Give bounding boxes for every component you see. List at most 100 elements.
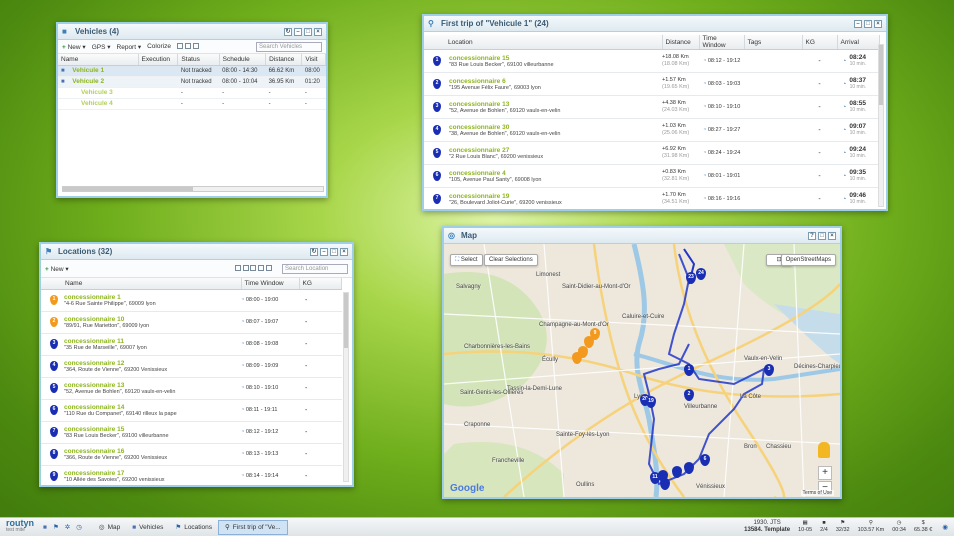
list-item[interactable]: 4 concessionnaire 12 "364, Route de Vienne… <box>41 356 342 378</box>
notification-icon[interactable]: ◉ <box>942 523 948 531</box>
horizontal-scrollbar[interactable] <box>62 186 324 192</box>
search-location-input[interactable]: Search Location <box>282 263 348 274</box>
col-distance[interactable]: Distance <box>265 54 303 66</box>
col-kg[interactable]: KG <box>802 35 838 50</box>
trip-row[interactable]: 3 concessionnaire 13 "52, Avenue de Bohlen… <box>424 96 880 119</box>
openstreetmaps-button[interactable]: OpenStreetMaps <box>780 254 836 266</box>
trip-title-bar[interactable]: ⚲ First trip of "Vehicule 1" (24) – □ × <box>424 16 886 32</box>
street-view-icon[interactable] <box>818 442 830 458</box>
list-item[interactable]: 8 concessionnaire 16 "366, Route de Vienne… <box>41 444 342 466</box>
vehicles-window: ■ Vehicles (4) ↻ – □ × + New ▾ GPS ▾ Report … <box>56 22 328 198</box>
address: "38, Avenue de Bohlen", 69120 vaulx-en-v… <box>449 130 561 137</box>
trip-row[interactable]: 4 concessionnaire 30 "38, Avenue de Bohlen… <box>424 119 880 142</box>
address: "2 Rue Louis Blanc", 69200 venissieux <box>449 153 544 160</box>
new-vehicle-button[interactable]: + New ▾ <box>62 43 86 51</box>
col-time-window[interactable]: Time Window <box>699 35 745 50</box>
list-item[interactable]: 1 concessionnaire 1 "4-6 Rue Sainte Philip… <box>41 290 342 312</box>
col-distance[interactable]: Distance <box>662 35 700 50</box>
taskbar-item-trip[interactable]: ⚲ First trip of "Ve... <box>218 519 288 535</box>
maximize-button[interactable]: □ <box>864 19 872 28</box>
maximize-button[interactable]: □ <box>330 247 338 256</box>
table-row[interactable]: Vehicule 4---- <box>58 98 326 110</box>
list-item[interactable]: 6 concessionnaire 14 "110 Rue du Companet"… <box>41 400 342 422</box>
location-marker-icon: 5 <box>50 383 58 393</box>
zoom-in-button[interactable]: + <box>818 466 832 480</box>
locations-title-bar[interactable]: ⚑ Locations (32) ↻ – □ × <box>41 244 352 260</box>
table-row[interactable]: ■ Vehicule 2 Not tracked 08:00 - 10:04 36.9… <box>58 76 326 88</box>
col-tags[interactable]: Tags <box>744 35 803 50</box>
taskbar-item-vehicles[interactable]: ■ Vehicles <box>126 520 169 535</box>
close-button[interactable]: × <box>314 27 322 36</box>
trip-row[interactable]: 7 concessionnaire 19 "26, Boulevard Joliot… <box>424 188 880 209</box>
report-button[interactable]: Report ▾ <box>117 43 142 51</box>
taskbar: routyn test mite ■ ⚑ ✲ ◷ ◎ Map ■ Vehicles ⚑… <box>0 517 954 536</box>
table-row[interactable]: Vehicule 3---- <box>58 87 326 99</box>
map-label: Craponne <box>464 422 491 428</box>
list-item[interactable]: 3 concessionnaire 11 "35 Rue de Marseille"… <box>41 334 342 356</box>
help-icon[interactable]: ? <box>808 231 816 240</box>
minimize-button[interactable]: – <box>320 247 328 256</box>
clock-icon[interactable]: ◷ <box>76 523 82 531</box>
search-vehicles-input[interactable]: Search Vehicles <box>256 41 322 52</box>
trip-row[interactable]: 5 concessionnaire 27 "2 Rue Louis Blanc", … <box>424 142 880 165</box>
select-button[interactable]: ⛶ Select <box>450 254 483 266</box>
trip-row[interactable]: 6 concessionnaire 4 "105, Avenue Paul Sant… <box>424 165 880 188</box>
map-label: Vaulx-en-Velin <box>744 356 783 362</box>
location-marker-icon: 3 <box>50 339 58 349</box>
view-toggle-icon[interactable] <box>176 42 199 51</box>
list-item[interactable]: 2 concessionnaire 10 "89/91, Rue Marietton… <box>41 312 342 334</box>
clear-selections-button[interactable]: Clear Selections <box>484 254 538 266</box>
col-location[interactable]: Location <box>424 35 663 50</box>
location-pin-icon[interactable]: ⚑ <box>53 523 59 531</box>
close-button[interactable]: × <box>828 231 836 240</box>
trip-row[interactable]: 1 concessionnaire 15 "83 Rue Louis Becker"… <box>424 50 880 73</box>
col-visit[interactable]: Visit <box>301 54 326 66</box>
taskbar-item-locations[interactable]: ⚑ Locations <box>169 520 218 535</box>
truck-icon[interactable]: ■ <box>43 524 47 531</box>
col-execution[interactable]: Execution <box>138 54 179 66</box>
map-title: Map <box>461 231 477 240</box>
map-label: Vénissieux <box>696 484 726 490</box>
vertical-scrollbar[interactable] <box>343 292 349 482</box>
maximize-button[interactable]: □ <box>818 231 826 240</box>
map-label: La Côte <box>740 394 762 400</box>
location-pin-icon: ⚑ <box>175 524 182 531</box>
colorize-button[interactable]: Colorize <box>147 43 171 50</box>
gear-icon[interactable]: ✲ <box>65 523 70 531</box>
address: "83 Rue Louis Becker", 69100 villeurbann… <box>64 432 169 439</box>
trip-title: First trip of "Vehicule 1" (24) <box>441 19 549 28</box>
col-name[interactable]: Name <box>58 54 139 66</box>
taskbar-item-map[interactable]: ◎ Map <box>93 520 126 535</box>
vertical-scrollbar[interactable] <box>878 44 884 207</box>
close-button[interactable]: × <box>340 247 348 256</box>
view-toggle-icon[interactable] <box>234 264 272 273</box>
col-name[interactable]: Name <box>41 278 242 290</box>
close-button[interactable]: × <box>874 19 882 28</box>
col-schedule[interactable]: Schedule <box>219 54 267 66</box>
address: "35 Rue de Marseille", 69007 lyon <box>64 344 147 351</box>
gps-button[interactable]: GPS ▾ <box>92 43 111 51</box>
maximize-button[interactable]: □ <box>304 27 312 36</box>
refresh-icon[interactable]: ↻ <box>310 247 318 256</box>
map-title-bar[interactable]: ◎ Map ? □ × <box>444 228 840 244</box>
col-kg[interactable]: KG <box>299 278 342 290</box>
col-status[interactable]: Status <box>177 54 220 66</box>
address: "52, Avenue de Bohlen", 69120 vaulx-en-v… <box>64 388 176 395</box>
new-location-button[interactable]: + New ▾ <box>45 265 69 273</box>
vehicles-title-bar[interactable]: ■ Vehicles (4) ↻ – □ × <box>58 24 326 40</box>
trip-row[interactable]: 2 concessionnaire 6 "195 Avenue Félix Faur… <box>424 73 880 96</box>
map-canvas[interactable]: Salvagny Limonest Saint-Didier-au-Mont-d'O… <box>444 244 840 497</box>
minimize-button[interactable]: – <box>294 27 302 36</box>
col-time-window[interactable]: Time Window <box>241 278 300 290</box>
refresh-icon[interactable]: ↻ <box>284 27 292 36</box>
list-item[interactable]: 7 concessionnaire 15 "83 Rue Louis Becker"… <box>41 422 342 444</box>
list-item[interactable]: 5 concessionnaire 13 "52, Avenue de Bohlen… <box>41 378 342 400</box>
col-arrival[interactable]: Arrival <box>837 35 880 50</box>
list-item[interactable]: 9 concessionnaire 17 "10 Allée des Savoies… <box>41 466 342 486</box>
table-row[interactable]: ■ Vehicule 1 Not tracked 08:00 - 14:30 66.6… <box>58 65 326 77</box>
brand-logo[interactable]: routyn test mite <box>0 518 40 535</box>
truck-icon: ■ <box>822 520 826 526</box>
stat-template: 1930. JTS 13584. Template <box>744 520 791 533</box>
terms-link[interactable]: Terms of Use <box>800 490 834 496</box>
minimize-button[interactable]: – <box>854 19 862 28</box>
